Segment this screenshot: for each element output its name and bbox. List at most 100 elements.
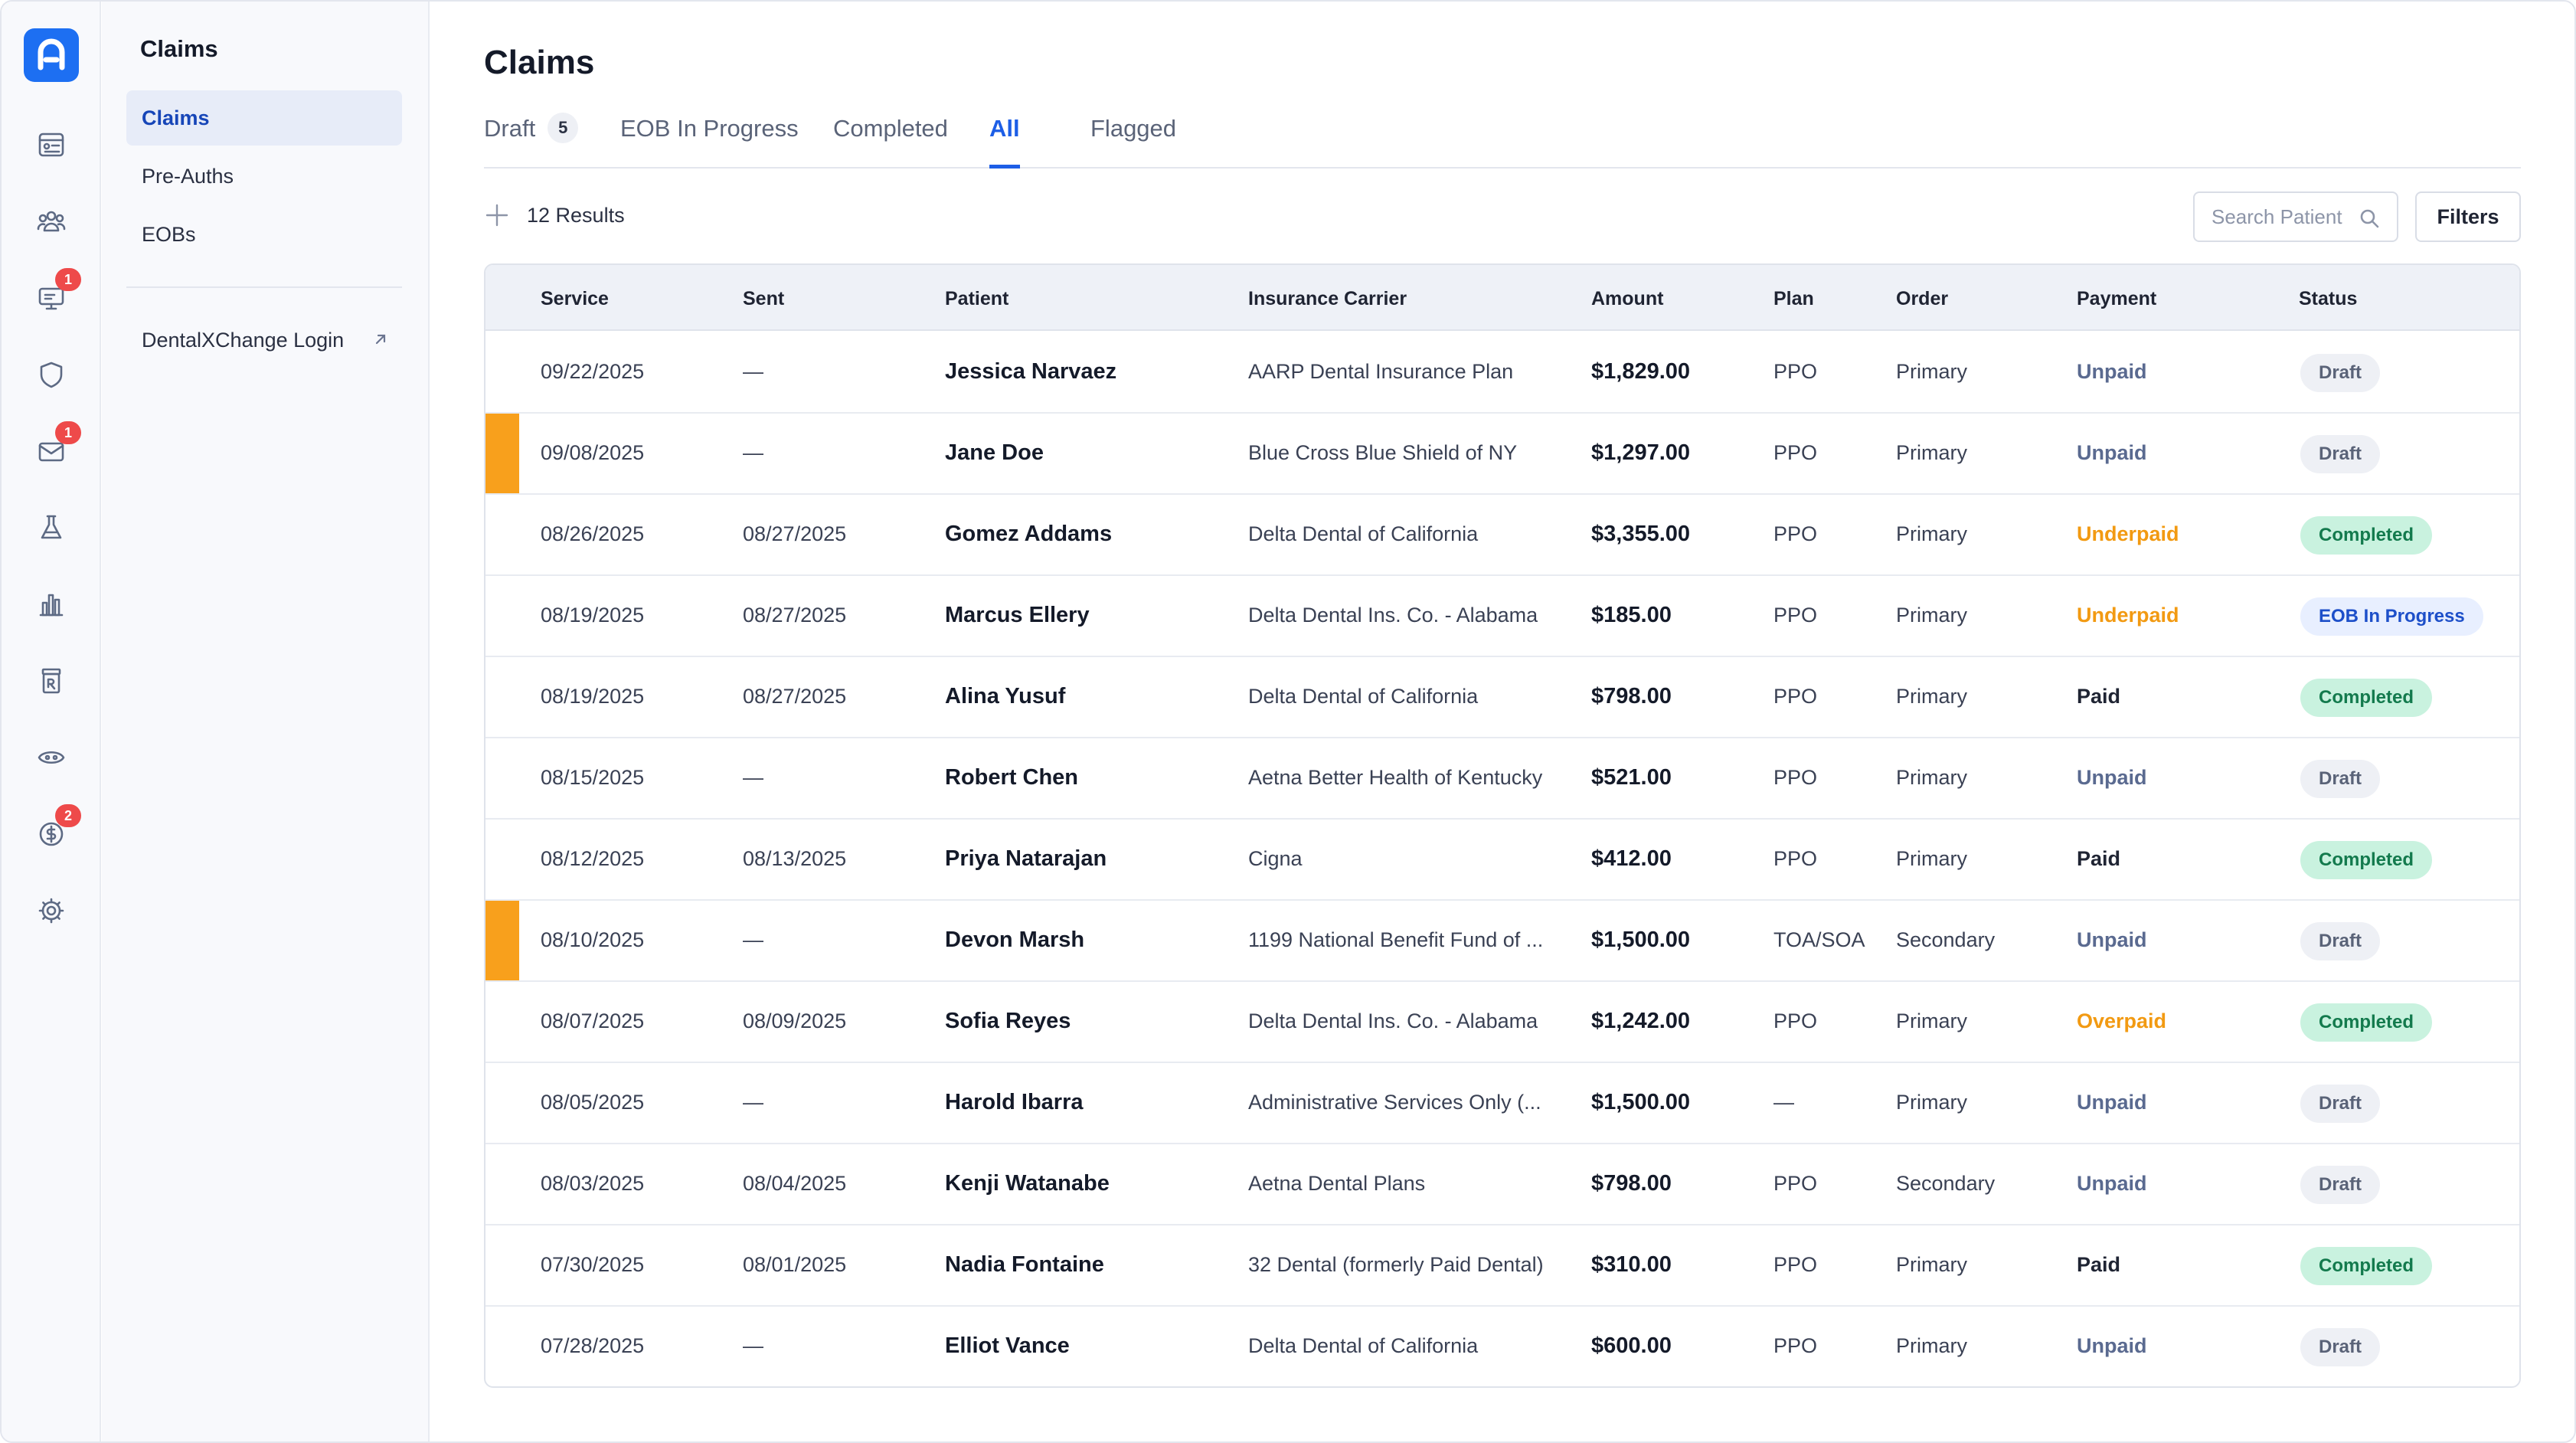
column-header-service[interactable]: Service bbox=[541, 288, 609, 310]
cell-order: Primary bbox=[1896, 1253, 1967, 1276]
patients-icon[interactable] bbox=[32, 202, 70, 240]
tab-eob-in-progress[interactable]: EOB In Progress bbox=[620, 109, 799, 169]
table-row[interactable]: 08/19/2025 08/27/2025 Alina Yusuf Delta Den… bbox=[485, 657, 2519, 738]
cell-amount: $1,242.00 bbox=[1591, 1009, 1691, 1033]
column-header-payment[interactable]: Payment bbox=[2077, 288, 2156, 310]
table-row[interactable]: 09/08/2025 — Jane Doe Blue Cross Blue Shiel… bbox=[485, 414, 2519, 495]
cell-sent: 08/27/2025 bbox=[743, 522, 847, 545]
column-header-insurance-carrier[interactable]: Insurance Carrier bbox=[1248, 288, 1407, 310]
column-header-amount[interactable]: Amount bbox=[1591, 288, 1663, 310]
cell-carrier: Delta Dental of California bbox=[1248, 1334, 1479, 1357]
claims-subnav: Claims Claims Pre-Auths EOBs DentalXChan… bbox=[102, 2, 430, 1441]
shield-icon[interactable] bbox=[32, 355, 70, 394]
tab-completed[interactable]: Completed bbox=[833, 109, 948, 169]
table-toolbar: 12 Results Filters bbox=[484, 191, 2521, 242]
cell-payment: Unpaid bbox=[2077, 1091, 2147, 1114]
status-badge: Draft bbox=[2300, 354, 2381, 392]
cell-plan: PPO bbox=[1773, 1334, 1818, 1357]
cell-patient: Jane Doe bbox=[945, 440, 1044, 465]
cell-plan: PPO bbox=[1773, 766, 1818, 789]
cell-service: 07/28/2025 bbox=[541, 1334, 645, 1357]
mail-icon[interactable]: 1 bbox=[32, 421, 81, 470]
prescription-icon[interactable] bbox=[32, 662, 70, 700]
icon-rail: 1 1 2 bbox=[2, 2, 101, 1441]
tab-all[interactable]: All bbox=[989, 109, 1020, 169]
table-row[interactable]: 08/15/2025 — Robert Chen Aetna Better Healt… bbox=[485, 738, 2519, 820]
table-row[interactable]: 08/26/2025 08/27/2025 Gomez Addams Delta De… bbox=[485, 495, 2519, 576]
ai-assistant-icon[interactable] bbox=[32, 738, 70, 777]
cell-payment: Underpaid bbox=[2077, 604, 2179, 627]
cell-patient: Gomez Addams bbox=[945, 522, 1113, 546]
table-row[interactable]: 08/05/2025 — Harold Ibarra Administrative S… bbox=[485, 1063, 2519, 1144]
chat-badge: 1 bbox=[55, 268, 81, 291]
search-patient-input[interactable] bbox=[2212, 205, 2357, 229]
cell-carrier: 1199 National Benefit Fund of ... bbox=[1248, 928, 1544, 951]
table-row[interactable]: 08/12/2025 08/13/2025 Priya Natarajan Cigna… bbox=[485, 820, 2519, 901]
column-header-status[interactable]: Status bbox=[2299, 288, 2357, 310]
dentalxchange-login-link[interactable]: DentalXChange Login bbox=[126, 313, 402, 367]
billing-dollar-icon[interactable]: 2 bbox=[32, 804, 81, 853]
cell-service: 09/08/2025 bbox=[541, 441, 645, 464]
cell-amount: $3,355.00 bbox=[1591, 522, 1691, 546]
flag-indicator bbox=[485, 414, 519, 493]
cell-service: 09/22/2025 bbox=[541, 360, 645, 383]
column-header-order[interactable]: Order bbox=[1896, 288, 1948, 310]
cell-payment: Unpaid bbox=[2077, 766, 2147, 789]
cell-patient: Elliot Vance bbox=[945, 1333, 1070, 1358]
cell-plan: PPO bbox=[1773, 847, 1818, 870]
table-row[interactable]: 08/03/2025 08/04/2025 Kenji Watanabe Aetna … bbox=[485, 1144, 2519, 1225]
cell-patient: Harold Ibarra bbox=[945, 1090, 1084, 1114]
cell-amount: $310.00 bbox=[1591, 1252, 1672, 1277]
cell-sent: 08/09/2025 bbox=[743, 1009, 847, 1032]
table-row[interactable]: 08/10/2025 — Devon Marsh 1199 National Bene… bbox=[485, 901, 2519, 982]
table-row[interactable]: 07/28/2025 — Elliot Vance Delta Dental of C… bbox=[485, 1307, 2519, 1386]
column-header-plan[interactable]: Plan bbox=[1773, 288, 1814, 310]
reports-chart-icon[interactable] bbox=[32, 585, 70, 623]
subnav-item-eobs[interactable]: EOBs bbox=[126, 207, 402, 262]
table-row[interactable]: 09/22/2025 — Jessica Narvaez AARP Dental In… bbox=[485, 332, 2519, 414]
table-row[interactable]: 08/19/2025 08/27/2025 Marcus Ellery Delta D… bbox=[485, 576, 2519, 657]
tab-flagged[interactable]: Flagged bbox=[1090, 109, 1176, 169]
cell-sent: 08/01/2025 bbox=[743, 1253, 847, 1276]
status-badge: Draft bbox=[2300, 1166, 2381, 1204]
cell-order: Primary bbox=[1896, 604, 1967, 627]
cell-service: 08/15/2025 bbox=[541, 766, 645, 789]
lab-flask-icon[interactable] bbox=[32, 509, 70, 547]
column-header-patient[interactable]: Patient bbox=[945, 288, 1008, 310]
chat-icon[interactable]: 1 bbox=[32, 268, 81, 317]
tab-draft[interactable]: Draft 5 bbox=[484, 109, 579, 169]
cell-carrier: Aetna Dental Plans bbox=[1248, 1172, 1426, 1195]
cell-amount: $521.00 bbox=[1591, 765, 1672, 790]
claims-tabs: Draft 5 EOB In Progress Completed All Fl… bbox=[484, 109, 2521, 169]
cell-service: 08/19/2025 bbox=[541, 685, 645, 708]
subnav-item-pre-auths[interactable]: Pre-Auths bbox=[126, 149, 402, 204]
cell-plan: PPO bbox=[1773, 1172, 1818, 1195]
settings-gear-icon[interactable] bbox=[32, 892, 70, 930]
cell-service: 08/07/2025 bbox=[541, 1009, 645, 1032]
cell-carrier: Cigna bbox=[1248, 847, 1303, 870]
status-badge: Draft bbox=[2300, 1085, 2381, 1123]
table-row[interactable]: 07/30/2025 08/01/2025 Nadia Fontaine 32 Den… bbox=[485, 1225, 2519, 1307]
status-badge: Draft bbox=[2300, 922, 2381, 960]
dashboard-icon[interactable] bbox=[32, 126, 70, 164]
filters-button[interactable]: Filters bbox=[2415, 191, 2521, 242]
cell-sent: 08/04/2025 bbox=[743, 1172, 847, 1195]
cell-carrier: Delta Dental of California bbox=[1248, 522, 1479, 545]
column-header-sent[interactable]: Sent bbox=[743, 288, 784, 310]
cell-service: 08/12/2025 bbox=[541, 847, 645, 870]
cell-carrier: Aetna Better Health of Kentucky bbox=[1248, 766, 1543, 789]
cell-payment: Unpaid bbox=[2077, 441, 2147, 464]
app-logo[interactable] bbox=[24, 28, 79, 82]
add-claim-icon[interactable] bbox=[484, 202, 510, 228]
cell-payment: Paid bbox=[2077, 847, 2121, 870]
cell-amount: $412.00 bbox=[1591, 846, 1672, 871]
status-badge: Completed bbox=[2300, 1247, 2433, 1285]
subnav-item-claims[interactable]: Claims bbox=[126, 90, 402, 146]
table-row[interactable]: 08/07/2025 08/09/2025 Sofia Reyes Delta Den… bbox=[485, 982, 2519, 1063]
cell-payment: Unpaid bbox=[2077, 928, 2147, 951]
dentalxchange-login-label: DentalXChange Login bbox=[142, 328, 345, 352]
cell-patient: Robert Chen bbox=[945, 765, 1078, 790]
search-patient-field[interactable] bbox=[2193, 191, 2398, 242]
cell-patient: Nadia Fontaine bbox=[945, 1252, 1104, 1277]
cell-amount: $798.00 bbox=[1591, 684, 1672, 708]
